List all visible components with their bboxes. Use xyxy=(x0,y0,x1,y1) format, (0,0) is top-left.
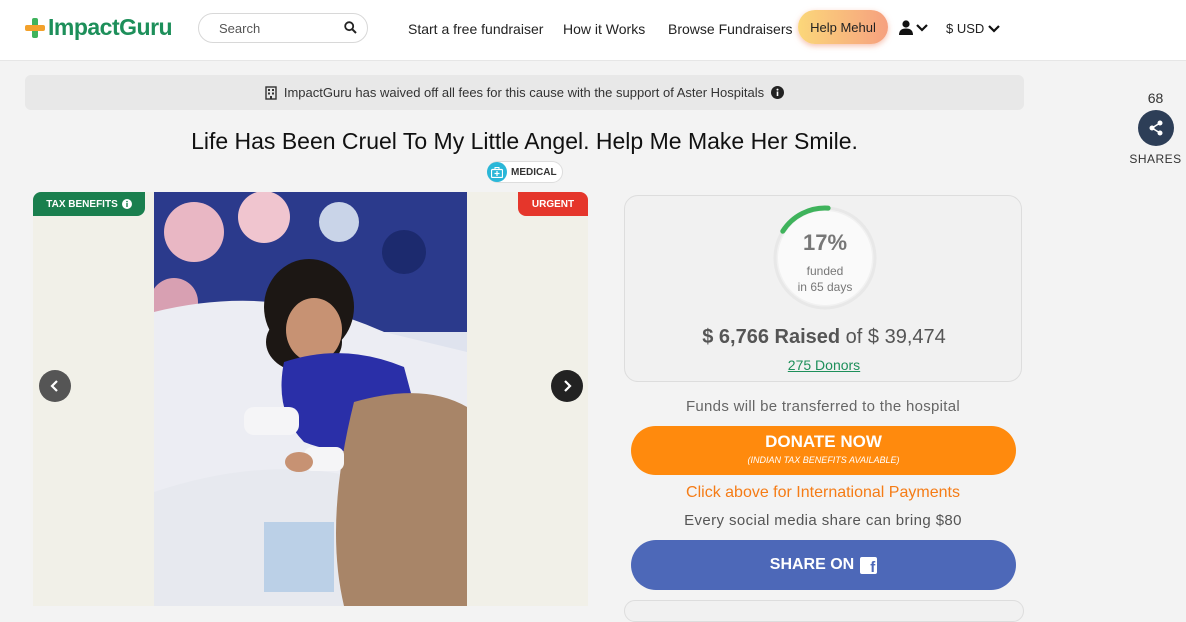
funding-progress-ring xyxy=(773,205,877,310)
help-button[interactable]: Help Mehul xyxy=(798,10,888,44)
notice-text: ImpactGuru has waived off all fees for t… xyxy=(283,85,765,100)
medical-icon xyxy=(487,162,507,182)
funding-stats-card: 17% funded in 65 days $ 6,766 Raised of … xyxy=(624,195,1022,382)
funded-sublabel: funded in 65 days xyxy=(771,263,879,295)
share-label: SHARE ON xyxy=(769,556,855,573)
shares-widget: 68 SHARES xyxy=(1128,90,1183,166)
user-menu[interactable] xyxy=(899,20,928,35)
shares-label: SHARES xyxy=(1129,152,1182,166)
carousel-prev-button[interactable] xyxy=(39,370,71,402)
search-input[interactable] xyxy=(217,20,341,37)
hospital-icon xyxy=(265,85,277,100)
urgent-badge: URGENT xyxy=(518,192,588,216)
campaign-photo xyxy=(154,192,467,606)
category-label: MEDICAL xyxy=(511,166,557,178)
logo-text: ImpactGuru xyxy=(48,14,173,40)
chevron-right-icon xyxy=(564,380,572,392)
donate-label: DONATE NOW xyxy=(765,432,882,451)
search-icon[interactable] xyxy=(344,21,357,39)
share-button[interactable] xyxy=(1137,110,1174,146)
funded-percent: 17% xyxy=(802,230,848,255)
carousel-next-button[interactable] xyxy=(551,370,583,402)
user-icon xyxy=(899,20,913,35)
currency-label: $ USD xyxy=(946,21,985,36)
donors-link[interactable]: 275 Donors xyxy=(625,357,1023,373)
nav-how-it-works[interactable]: How it Works xyxy=(563,21,645,37)
funded-label: funded xyxy=(806,264,844,278)
tax-benefits-label: TAX BENEFITS xyxy=(46,198,118,210)
shares-count: 68 xyxy=(1147,90,1164,106)
fee-waiver-notice: ImpactGuru has waived off all fees for t… xyxy=(25,75,1024,110)
tax-benefits-badge[interactable]: TAX BENEFITS xyxy=(33,192,145,216)
donate-now-button[interactable]: DONATE NOW (INDIAN TAX BENEFITS AVAILABL… xyxy=(631,426,1016,475)
chevron-left-icon xyxy=(50,380,58,392)
goal-amount: of $ 39,474 xyxy=(845,326,946,348)
search-box[interactable] xyxy=(198,13,368,43)
impactguru-logo[interactable]: ImpactGuru xyxy=(25,14,173,41)
nav-start-fundraiser[interactable]: Start a free fundraiser xyxy=(408,21,543,37)
share-on-facebook-button[interactable]: SHARE ON f xyxy=(631,540,1016,590)
donate-sublabel: (INDIAN TAX BENEFITS AVAILABLE) xyxy=(747,455,900,465)
chevron-down-icon xyxy=(988,24,1001,33)
chevron-down-icon xyxy=(916,23,928,32)
share-icon xyxy=(1149,120,1162,136)
facebook-icon: f xyxy=(860,556,878,576)
info-icon[interactable] xyxy=(771,86,785,99)
raised-summary: $ 6,766 Raised of $ 39,474 xyxy=(625,326,1023,349)
category-badge[interactable]: MEDICAL xyxy=(487,161,563,183)
campaign-title: Life Has Been Cruel To My Little Angel. … xyxy=(191,128,858,154)
currency-selector[interactable]: $ USD xyxy=(946,21,1001,36)
secondary-card xyxy=(624,600,1024,622)
raised-amount: $ 6,766 Raised xyxy=(702,326,841,348)
transfer-note: Funds will be transferred to the hospita… xyxy=(685,398,961,415)
top-header: ImpactGuru Start a free fundraiser How i… xyxy=(0,0,1186,61)
international-payments-link[interactable]: Click above for International Payments xyxy=(624,484,1022,502)
days-label: in 65 days xyxy=(797,280,853,294)
info-icon xyxy=(121,199,132,209)
logo-cross-icon xyxy=(25,17,45,38)
nav-browse-fundraisers[interactable]: Browse Fundraisers xyxy=(668,21,793,37)
campaign-media-carousel[interactable]: TAX BENEFITS URGENT xyxy=(33,192,588,606)
share-note: Every social media share can bring $80 xyxy=(684,512,962,529)
